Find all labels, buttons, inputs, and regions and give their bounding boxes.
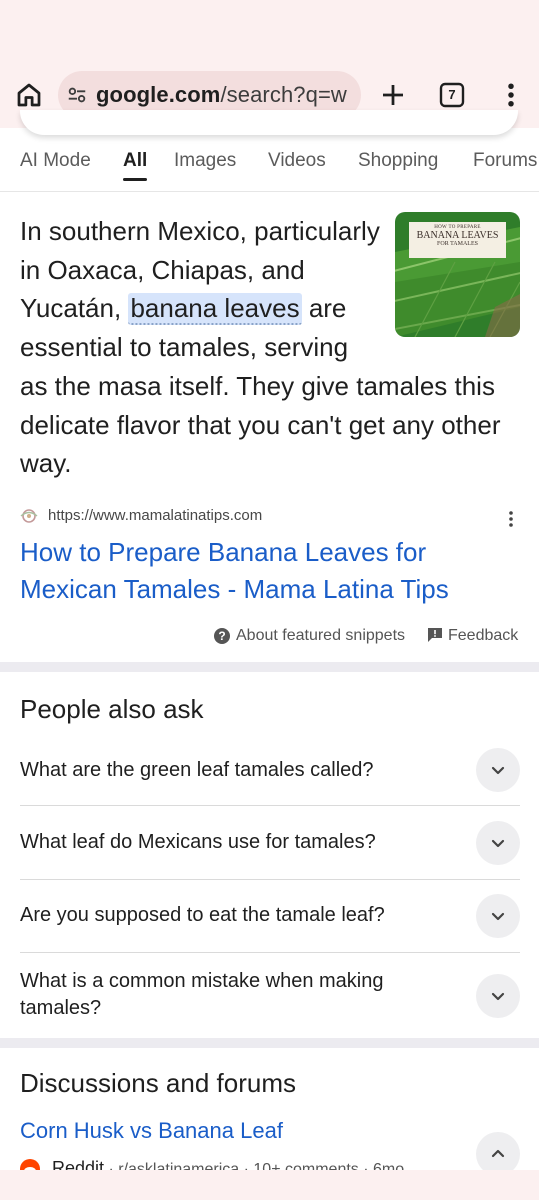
- discussions-title: Discussions and forums: [20, 1068, 296, 1098]
- about-snippets-link[interactable]: About featured snippets: [236, 627, 405, 645]
- source-url[interactable]: https://www.mamalatinatips.com: [48, 507, 262, 524]
- paa-question[interactable]: Are you supposed to eat the tamale leaf?: [20, 881, 520, 953]
- feedback-icon[interactable]: [427, 627, 443, 643]
- expand-button[interactable]: [476, 821, 520, 865]
- paa-question[interactable]: What are the green leaf tamales called?: [20, 734, 520, 806]
- search-nav-tabs: AI Mode All Images Videos Shopping Forum…: [0, 140, 539, 192]
- section-divider: [0, 662, 539, 672]
- more-vert-icon[interactable]: [505, 509, 517, 529]
- snippet-thumbnail[interactable]: HOW TO PREPARE BANANA LEAVES FOR TAMALES: [395, 212, 520, 337]
- active-tab-indicator: [123, 178, 147, 181]
- expand-button[interactable]: [476, 748, 520, 792]
- more-vert-icon[interactable]: [496, 80, 526, 110]
- svg-text:?: ?: [218, 629, 225, 643]
- tab-all[interactable]: All: [123, 150, 147, 172]
- help-icon[interactable]: ?: [213, 627, 231, 645]
- chevron-down-icon: [491, 992, 505, 1001]
- status-bar: [0, 0, 539, 62]
- section-divider: [0, 1038, 539, 1048]
- thumbnail-label: HOW TO PREPARE BANANA LEAVES FOR TAMALES: [409, 222, 506, 258]
- chevron-down-icon: [491, 912, 505, 921]
- tab-forums[interactable]: Forums: [473, 150, 537, 172]
- paa-question[interactable]: What leaf do Mexicans use for tamales?: [20, 807, 520, 880]
- people-also-ask-title: People also ask: [20, 694, 204, 724]
- expand-button[interactable]: [476, 894, 520, 938]
- bottom-bar: [0, 1170, 539, 1200]
- chevron-down-icon: [491, 766, 505, 775]
- tab-videos[interactable]: Videos: [268, 150, 326, 172]
- chevron-down-icon: [491, 839, 505, 848]
- snippet-highlight[interactable]: banana leaves: [128, 293, 302, 326]
- discussion-link[interactable]: Corn Husk vs Banana Leaf: [20, 1118, 283, 1144]
- discussion-meta: Reddit · r/asklatinamerica · 10+ comment…: [0, 1150, 539, 1170]
- home-icon[interactable]: [14, 80, 44, 110]
- feedback-link[interactable]: Feedback: [448, 627, 518, 645]
- search-box[interactable]: [20, 110, 518, 135]
- paa-question[interactable]: What is a common mistake when making tam…: [20, 954, 520, 1039]
- expand-button[interactable]: [476, 974, 520, 1018]
- result-title-link[interactable]: How to Prepare Banana Leaves for Mexican…: [20, 534, 520, 608]
- url-text: google.com/search?q=w: [96, 82, 347, 107]
- favicon-icon: [20, 509, 38, 523]
- tab-ai-mode[interactable]: AI Mode: [20, 150, 91, 172]
- reddit-icon: [20, 1159, 40, 1170]
- tab-shopping[interactable]: Shopping: [358, 150, 438, 172]
- tune-icon[interactable]: [66, 84, 88, 106]
- tab-count: 7: [448, 87, 456, 102]
- tab-images[interactable]: Images: [174, 150, 236, 172]
- plus-icon[interactable]: [378, 80, 408, 110]
